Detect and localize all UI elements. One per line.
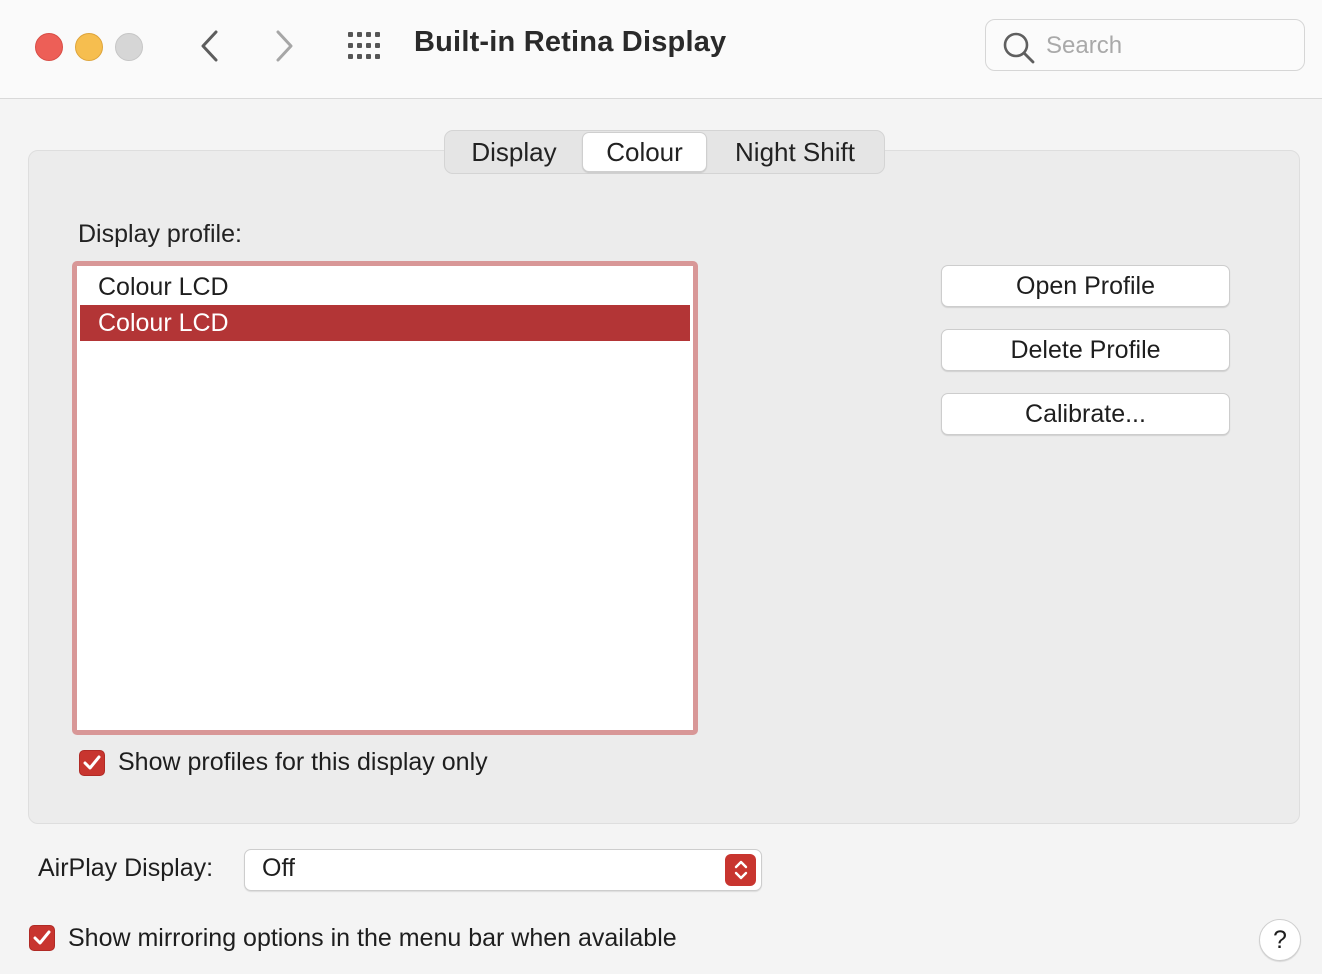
checkmark-icon: [33, 930, 51, 945]
delete-profile-button[interactable]: Delete Profile: [941, 329, 1230, 371]
tab-bar: Display Colour Night Shift: [444, 130, 885, 174]
window-toolbar: Built-in Retina Display: [0, 0, 1322, 99]
chevron-left-icon: [201, 30, 218, 62]
search-input[interactable]: [1046, 30, 1286, 62]
tab-colour[interactable]: Colour: [582, 132, 707, 172]
airplay-display-value: Off: [262, 854, 295, 882]
close-window-button[interactable]: [35, 33, 63, 61]
display-profile-label: Display profile:: [78, 220, 242, 248]
tab-display[interactable]: Display: [446, 132, 582, 172]
forward-button[interactable]: [264, 26, 304, 66]
minimize-window-button[interactable]: [75, 33, 103, 61]
show-all-grid-icon[interactable]: [346, 31, 386, 61]
display-profile-list[interactable]: Colour LCD Colour LCD: [72, 261, 698, 735]
show-profiles-label[interactable]: Show profiles for this display only: [118, 748, 488, 777]
list-item[interactable]: Colour LCD: [80, 269, 690, 305]
search-field[interactable]: [985, 19, 1305, 71]
chevron-right-icon: [276, 30, 293, 62]
search-icon: [1003, 32, 1035, 64]
show-mirroring-checkbox[interactable]: [29, 925, 55, 951]
list-item-selected[interactable]: Colour LCD: [80, 305, 690, 341]
tab-night-shift[interactable]: Night Shift: [707, 132, 883, 172]
up-down-chevron-icon: [725, 854, 756, 886]
help-button[interactable]: ?: [1259, 919, 1301, 961]
window-title: Built-in Retina Display: [414, 26, 727, 58]
calibrate-button[interactable]: Calibrate...: [941, 393, 1230, 435]
airplay-display-label: AirPlay Display:: [38, 854, 214, 882]
zoom-window-button: [115, 33, 143, 61]
checkmark-icon: [83, 755, 101, 770]
show-mirroring-label[interactable]: Show mirroring options in the menu bar w…: [68, 924, 677, 953]
airplay-display-select[interactable]: Off: [244, 849, 762, 891]
show-profiles-checkbox[interactable]: [79, 750, 105, 776]
back-button[interactable]: [190, 26, 230, 66]
open-profile-button[interactable]: Open Profile: [941, 265, 1230, 307]
